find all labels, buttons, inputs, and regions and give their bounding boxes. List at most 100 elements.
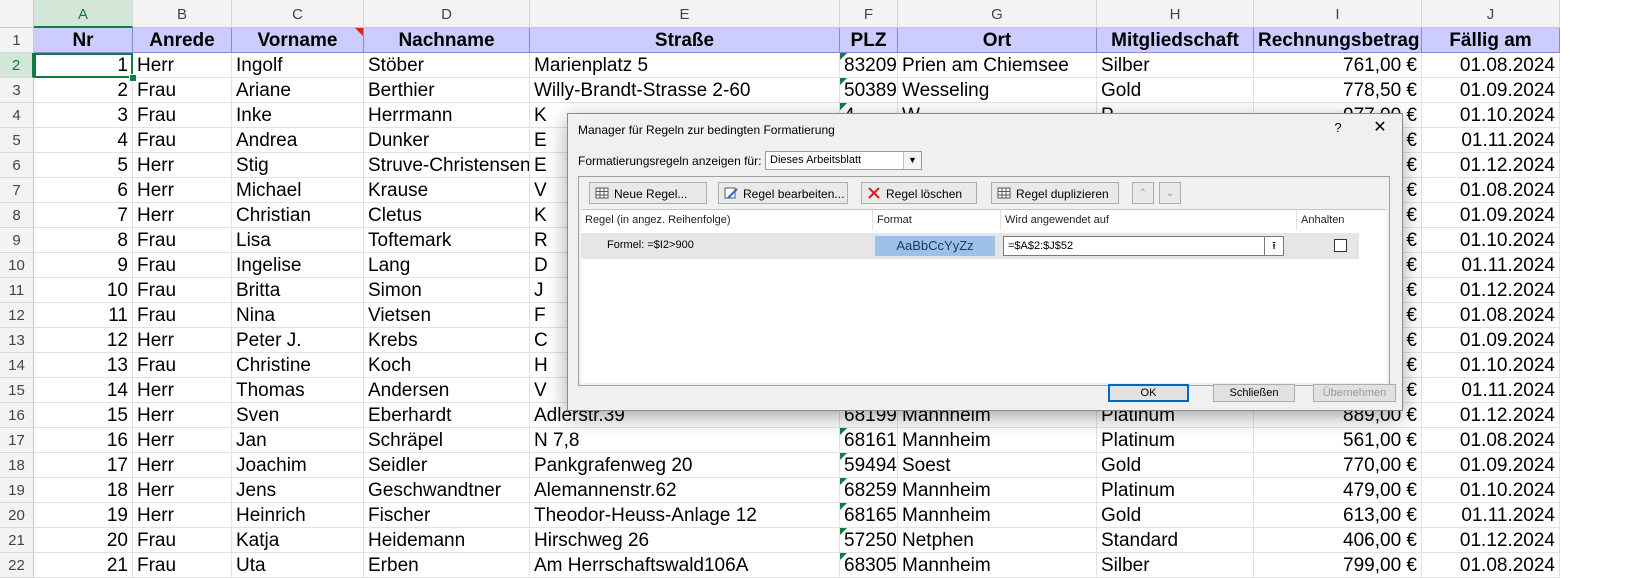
cell-d2[interactable]: Stöber xyxy=(364,53,530,78)
applies-to-input[interactable]: =$A$2:$J$52 ⭱ xyxy=(1003,236,1284,256)
cell-b6[interactable]: Herr xyxy=(133,153,232,178)
cell-i21[interactable]: 406,00 € xyxy=(1254,528,1422,553)
cell-d18[interactable]: Seidler xyxy=(364,453,530,478)
row-header-5[interactable]: 5 xyxy=(0,128,34,153)
column-header-g[interactable]: G xyxy=(898,0,1097,28)
row-header-17[interactable]: 17 xyxy=(0,428,34,453)
cell-b13[interactable]: Herr xyxy=(133,328,232,353)
row-header-20[interactable]: 20 xyxy=(0,503,34,528)
row-header-9[interactable]: 9 xyxy=(0,228,34,253)
cell-d20[interactable]: Fischer xyxy=(364,503,530,528)
cell-c10[interactable]: Ingelise xyxy=(232,253,364,278)
cell-i2[interactable]: 761,00 € xyxy=(1254,53,1422,78)
cell-h22[interactable]: Silber xyxy=(1097,553,1254,578)
cell-d12[interactable]: Vietsen xyxy=(364,303,530,328)
cell-i18[interactable]: 770,00 € xyxy=(1254,453,1422,478)
column-header-f[interactable]: F xyxy=(840,0,898,28)
rules-list[interactable]: Regel (in angez. Reihenfolge) Format Wir… xyxy=(581,209,1387,383)
cell-a6[interactable]: 5 xyxy=(34,153,133,178)
cell-g3[interactable]: Wesseling xyxy=(898,78,1097,103)
select-all-corner[interactable] xyxy=(0,0,34,28)
cell-a20[interactable]: 19 xyxy=(34,503,133,528)
row-header-12[interactable]: 12 xyxy=(0,303,34,328)
duplicate-rule-button[interactable]: Regel duplizieren xyxy=(991,182,1119,204)
fill-handle[interactable] xyxy=(129,74,137,82)
header-cell-f[interactable]: PLZ xyxy=(840,28,898,53)
cell-f22[interactable]: 68305 xyxy=(840,553,898,578)
edit-rule-button[interactable]: Regel bearbeiten... xyxy=(718,182,848,204)
cell-f3[interactable]: 50389 xyxy=(840,78,898,103)
cell-e18[interactable]: Pankgrafenweg 20 xyxy=(530,453,840,478)
row-header-4[interactable]: 4 xyxy=(0,103,34,128)
cell-j3[interactable]: 01.09.2024 xyxy=(1422,78,1560,103)
cell-g18[interactable]: Soest xyxy=(898,453,1097,478)
cell-g17[interactable]: Mannheim xyxy=(898,428,1097,453)
column-header-a[interactable]: A xyxy=(34,0,133,28)
move-down-button[interactable]: ⌄ xyxy=(1159,182,1181,204)
cell-i3[interactable]: 778,50 € xyxy=(1254,78,1422,103)
cell-a11[interactable]: 10 xyxy=(34,278,133,303)
cell-e20[interactable]: Theodor-Heuss-Anlage 12 xyxy=(530,503,840,528)
rule-row[interactable]: Formel: =$I2>900 AaBbCcYyZz =$A$2:$J$52 … xyxy=(581,233,1359,259)
cell-b17[interactable]: Herr xyxy=(133,428,232,453)
cell-a4[interactable]: 3 xyxy=(34,103,133,128)
header-cell-e[interactable]: Straße xyxy=(530,28,840,53)
cell-b9[interactable]: Frau xyxy=(133,228,232,253)
cell-e17[interactable]: N 7,8 xyxy=(530,428,840,453)
cell-b14[interactable]: Frau xyxy=(133,353,232,378)
cell-h21[interactable]: Standard xyxy=(1097,528,1254,553)
stop-if-true-checkbox[interactable] xyxy=(1334,239,1347,252)
cell-g19[interactable]: Mannheim xyxy=(898,478,1097,503)
column-header-i[interactable]: I xyxy=(1254,0,1422,28)
cell-a22[interactable]: 21 xyxy=(34,553,133,578)
collapse-dialog-icon[interactable]: ⭱ xyxy=(1264,237,1283,255)
cell-a10[interactable]: 9 xyxy=(34,253,133,278)
cell-c17[interactable]: Jan xyxy=(232,428,364,453)
cell-d19[interactable]: Geschwandtner xyxy=(364,478,530,503)
cell-j16[interactable]: 01.12.2024 xyxy=(1422,403,1560,428)
cell-j7[interactable]: 01.08.2024 xyxy=(1422,178,1560,203)
row-header-21[interactable]: 21 xyxy=(0,528,34,553)
cell-c22[interactable]: Uta xyxy=(232,553,364,578)
move-up-button[interactable]: ⌃ xyxy=(1132,182,1154,204)
cell-c14[interactable]: Christine xyxy=(232,353,364,378)
cell-b20[interactable]: Herr xyxy=(133,503,232,528)
cell-j5[interactable]: 01.11.2024 xyxy=(1422,128,1560,153)
cell-c4[interactable]: Inke xyxy=(232,103,364,128)
cell-e22[interactable]: Am Herrschaftswald106A xyxy=(530,553,840,578)
header-cell-g[interactable]: Ort xyxy=(898,28,1097,53)
cell-b8[interactable]: Herr xyxy=(133,203,232,228)
cell-f21[interactable]: 57250 xyxy=(840,528,898,553)
cell-a12[interactable]: 11 xyxy=(34,303,133,328)
cell-f2[interactable]: 83209 xyxy=(840,53,898,78)
close-button[interactable]: Schließen xyxy=(1213,384,1295,402)
cell-a17[interactable]: 16 xyxy=(34,428,133,453)
cell-a14[interactable]: 13 xyxy=(34,353,133,378)
cell-j13[interactable]: 01.09.2024 xyxy=(1422,328,1560,353)
cell-a21[interactable]: 20 xyxy=(34,528,133,553)
cell-c3[interactable]: Ariane xyxy=(232,78,364,103)
cell-f17[interactable]: 68161 xyxy=(840,428,898,453)
cell-d21[interactable]: Heidemann xyxy=(364,528,530,553)
cell-h18[interactable]: Gold xyxy=(1097,453,1254,478)
row-header-8[interactable]: 8 xyxy=(0,203,34,228)
apply-button[interactable]: Übernehmen xyxy=(1313,384,1396,402)
header-cell-b[interactable]: Anrede xyxy=(133,28,232,53)
cell-c6[interactable]: Stig xyxy=(232,153,364,178)
cell-e2[interactable]: Marienplatz 5 xyxy=(530,53,840,78)
cell-a2[interactable]: 1 xyxy=(34,53,133,78)
cell-j11[interactable]: 01.12.2024 xyxy=(1422,278,1560,303)
cell-c13[interactable]: Peter J. xyxy=(232,328,364,353)
cell-d13[interactable]: Krebs xyxy=(364,328,530,353)
cell-a16[interactable]: 15 xyxy=(34,403,133,428)
cell-d6[interactable]: Struve-Christensen xyxy=(364,153,530,178)
column-header-h[interactable]: H xyxy=(1097,0,1254,28)
cell-j6[interactable]: 01.12.2024 xyxy=(1422,153,1560,178)
cell-b18[interactable]: Herr xyxy=(133,453,232,478)
row-header-18[interactable]: 18 xyxy=(0,453,34,478)
cell-b21[interactable]: Frau xyxy=(133,528,232,553)
cell-j15[interactable]: 01.11.2024 xyxy=(1422,378,1560,403)
cell-b3[interactable]: Frau xyxy=(133,78,232,103)
cell-a18[interactable]: 17 xyxy=(34,453,133,478)
cell-a19[interactable]: 18 xyxy=(34,478,133,503)
